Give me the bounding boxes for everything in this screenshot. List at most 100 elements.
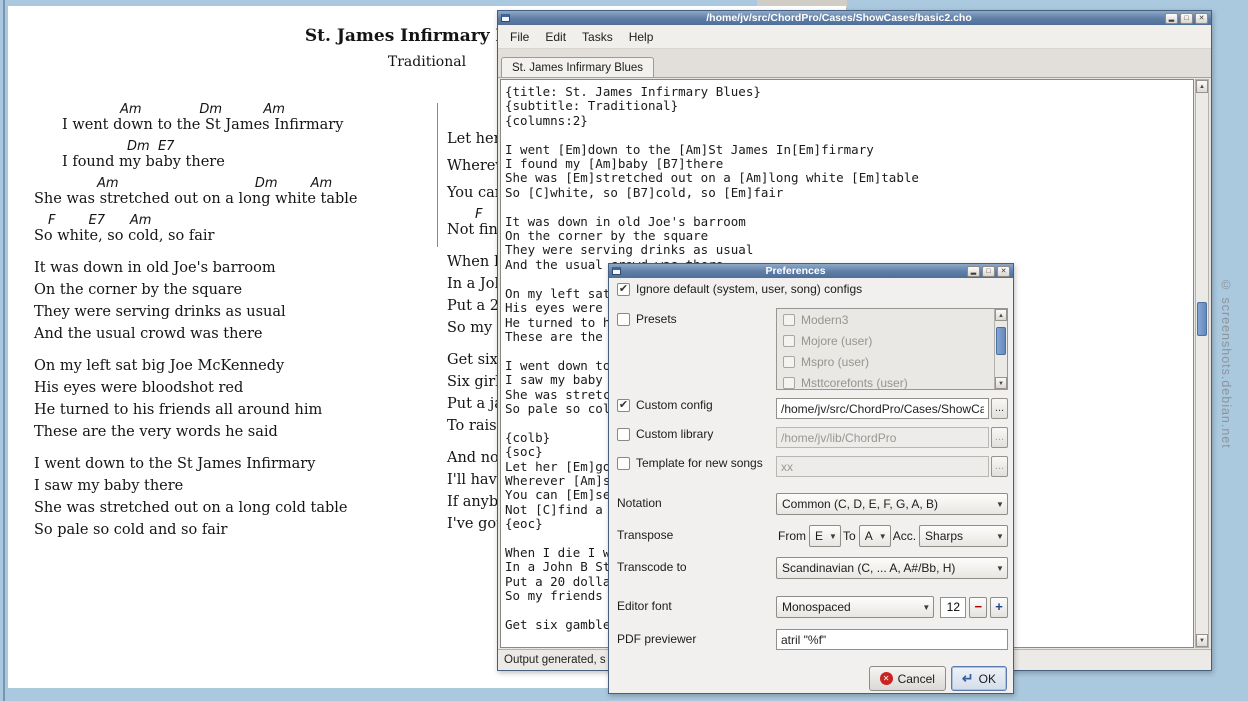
preset-checkbox[interactable] xyxy=(783,314,795,326)
preferences-dialog: Preferences ▂ □ ✕ Ignore default (system… xyxy=(608,263,1014,694)
watermark: © screenshots.debian.net xyxy=(1219,278,1233,449)
close-icon[interactable]: ✕ xyxy=(997,266,1010,277)
custom-config-browse-button[interactable]: ... xyxy=(991,398,1008,419)
lyric-line: I went down to the St James Infirmary xyxy=(34,117,429,139)
scroll-down-icon[interactable]: ▼ xyxy=(1196,634,1208,647)
menu-item[interactable]: Edit xyxy=(537,26,574,48)
preset-label: Modern3 xyxy=(801,313,848,327)
chord-line: F E7 Am xyxy=(34,213,429,228)
cancel-icon: ✕ xyxy=(880,672,893,685)
chevron-down-icon: ▼ xyxy=(993,500,1007,509)
transpose-to-dropdown[interactable]: A ▼ xyxy=(859,525,891,547)
lyric-line: He turned to his friends all around him xyxy=(34,402,429,424)
transpose-to-value: A xyxy=(865,529,876,543)
window-controls: ▂ □ ✕ xyxy=(1165,13,1208,24)
tab-song[interactable]: St. James Infirmary Blues xyxy=(501,57,654,77)
dialog-body: Ignore default (system, user, song) conf… xyxy=(609,278,1013,695)
editor-font-dropdown[interactable]: Monospaced ▼ xyxy=(776,596,934,618)
chevron-down-icon: ▼ xyxy=(993,532,1007,541)
close-icon[interactable]: ✕ xyxy=(1195,13,1208,24)
preset-label: Msttcorefonts (user) xyxy=(801,376,908,390)
transcode-dropdown[interactable]: Scandinavian (C, ... A, A#/Bb, H) ▼ xyxy=(776,557,1008,579)
lyric-line: On my left sat big Joe McKennedy xyxy=(34,358,429,380)
lyric-line: So white, so cold, so fair xyxy=(34,228,429,250)
minimize-icon[interactable]: ▂ xyxy=(1165,13,1178,24)
custom-config-fieldwrap: ... xyxy=(776,398,1008,419)
presets-checkbox[interactable] xyxy=(617,313,630,326)
verse-gap xyxy=(34,446,429,456)
template-input xyxy=(776,456,989,477)
lyric-line: It was down in old Joe's barroom xyxy=(34,260,429,282)
transpose-to-label: To xyxy=(843,529,856,543)
preset-label: Mspro (user) xyxy=(801,355,869,369)
lyrics-column-left: Am Dm AmI went down to the St James Infi… xyxy=(34,102,429,544)
preset-item[interactable]: Mojore (user) xyxy=(777,330,1007,351)
custom-library-fieldwrap: ... xyxy=(776,427,1008,448)
font-size-decrease-button[interactable]: − xyxy=(969,597,987,618)
lyric-line: These are the very words he said xyxy=(34,424,429,446)
scroll-up-icon[interactable]: ▲ xyxy=(1196,80,1208,93)
presets-label: Presets xyxy=(636,312,677,326)
row-ignore-default: Ignore default (system, user, song) conf… xyxy=(617,282,1006,296)
pdf-previewer-input[interactable] xyxy=(776,629,1008,650)
maximize-icon[interactable]: □ xyxy=(1180,13,1193,24)
notation-dropdown[interactable]: Common (C, D, E, F, G, A, B) ▼ xyxy=(776,493,1008,515)
template-fieldwrap: ... xyxy=(776,456,1008,477)
preset-item[interactable]: Modern3 xyxy=(777,309,1007,330)
desktop: { "colors": { "desktop": "#aac8de", "tit… xyxy=(0,0,1248,701)
dialog-title: Preferences xyxy=(624,264,967,278)
transpose-from-dropdown[interactable]: E ▼ xyxy=(809,525,841,547)
transpose-acc-label: Acc. xyxy=(893,529,916,543)
template-checkbox[interactable] xyxy=(617,457,630,470)
font-size-increase-button[interactable]: + xyxy=(990,597,1008,618)
transpose-label: Transpose xyxy=(617,528,673,542)
custom-config-input[interactable] xyxy=(776,398,989,419)
window-controls: ▂ □ ✕ xyxy=(967,266,1010,277)
lyric-line: So pale so cold and so fair xyxy=(34,522,429,544)
custom-config-checkbox[interactable] xyxy=(617,399,630,412)
cancel-label: Cancel xyxy=(898,672,935,686)
transpose-from-label: From xyxy=(778,529,806,543)
column-divider xyxy=(437,103,438,247)
lyric-line: I went down to the St James Infirmary xyxy=(34,456,429,478)
transpose-acc-dropdown[interactable]: Sharps ▼ xyxy=(919,525,1008,547)
ok-icon: ↵ xyxy=(962,672,974,685)
preset-checkbox[interactable] xyxy=(783,356,795,368)
template-label: Template for new songs xyxy=(636,456,763,470)
scroll-down-icon[interactable]: ▼ xyxy=(995,377,1007,389)
pdf-previewer-label: PDF previewer xyxy=(617,632,696,646)
tabbar: St. James Infirmary Blues xyxy=(498,49,1211,78)
lyric-line: She was stretched out on a long white ta… xyxy=(34,191,429,213)
window-icon xyxy=(501,14,510,22)
window-icon xyxy=(612,267,621,275)
menu-item[interactable]: File xyxy=(502,26,537,48)
custom-library-checkbox[interactable] xyxy=(617,428,630,441)
verse-gap xyxy=(34,250,429,260)
status-text: Output generated, s xyxy=(504,654,606,666)
pdf-previewer-fieldwrap xyxy=(776,629,1008,650)
ok-button[interactable]: ↵ OK xyxy=(951,666,1007,691)
custom-config-label: Custom config xyxy=(636,398,713,412)
scroll-up-icon[interactable]: ▲ xyxy=(995,309,1007,321)
maximize-icon[interactable]: □ xyxy=(982,266,995,277)
preset-item[interactable]: Mspro (user) xyxy=(777,351,1007,372)
ignore-default-checkbox[interactable] xyxy=(617,283,630,296)
lyric-line: I saw my baby there xyxy=(34,478,429,500)
window-title: /home/jv/src/ChordPro/Cases/ShowCases/ba… xyxy=(513,11,1165,25)
minimize-icon[interactable]: ▂ xyxy=(967,266,980,277)
editor-titlebar[interactable]: /home/jv/src/ChordPro/Cases/ShowCases/ba… xyxy=(498,11,1211,25)
lyric-line: His eyes were bloodshot red xyxy=(34,380,429,402)
preset-checkbox[interactable] xyxy=(783,377,795,389)
preset-checkbox[interactable] xyxy=(783,335,795,347)
preset-item[interactable]: Msttcorefonts (user) xyxy=(777,372,1007,390)
editor-scrollbar[interactable]: ▲ ▼ xyxy=(1195,79,1209,648)
menu-item[interactable]: Tasks xyxy=(574,26,621,48)
scrollbar-thumb[interactable] xyxy=(996,327,1006,355)
dialog-titlebar[interactable]: Preferences ▂ □ ✕ xyxy=(609,264,1013,278)
transpose-from-value: E xyxy=(815,529,826,543)
scrollbar-thumb[interactable] xyxy=(1197,302,1207,336)
presets-scrollbar[interactable]: ▲ ▼ xyxy=(994,309,1007,389)
font-size-input[interactable] xyxy=(940,597,966,618)
menu-item[interactable]: Help xyxy=(621,26,662,48)
cancel-button[interactable]: ✕ Cancel xyxy=(869,666,946,691)
